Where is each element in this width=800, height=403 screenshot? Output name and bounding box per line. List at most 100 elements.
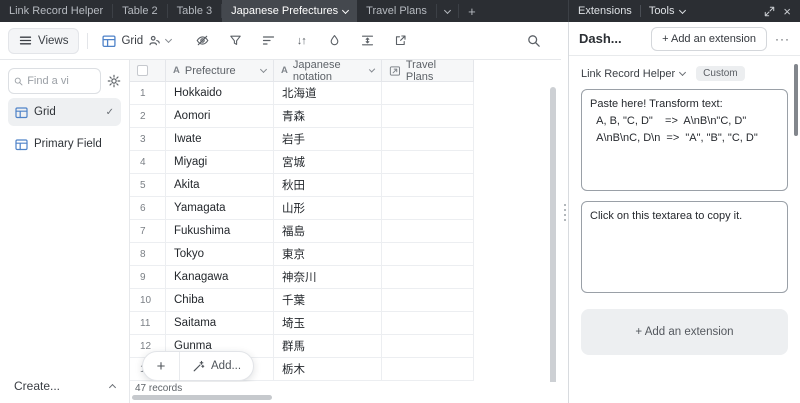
cell-prefecture[interactable]: Fukushima — [166, 220, 274, 242]
tab-japanese-prefectures[interactable]: Japanese Prefectures — [222, 0, 358, 22]
copy-output-textarea[interactable]: Click on this textarea to copy it. — [581, 201, 788, 293]
row-number[interactable]: 8 — [130, 243, 166, 265]
horizontal-scrollbar[interactable] — [132, 395, 272, 400]
row-number[interactable]: 7 — [130, 220, 166, 242]
cell-travel-plans[interactable] — [382, 289, 474, 311]
tab-travel-plans[interactable]: Travel Plans — [357, 0, 436, 22]
cell-japanese-notation[interactable]: 神奈川 — [274, 266, 382, 288]
search-button[interactable] — [521, 28, 547, 54]
cell-japanese-notation[interactable]: 宮城 — [274, 151, 382, 173]
add-extension-button[interactable]: + Add an extension — [651, 26, 767, 51]
cell-prefecture[interactable]: Kanagawa — [166, 266, 274, 288]
cell-prefecture[interactable]: Yamagata — [166, 197, 274, 219]
select-all-cell[interactable] — [130, 60, 166, 81]
row-number[interactable]: 6 — [130, 197, 166, 219]
close-icon[interactable]: × — [783, 5, 791, 18]
extensions-label[interactable]: Extensions — [578, 5, 632, 17]
create-view-button[interactable]: Create... — [8, 379, 121, 395]
panel-title[interactable]: Dash... — [579, 31, 622, 46]
cell-prefecture[interactable]: Chiba — [166, 289, 274, 311]
sidebar-view-primary-field[interactable]: Primary Field — [8, 130, 121, 158]
cell-travel-plans[interactable] — [382, 82, 474, 104]
view-search-box[interactable] — [8, 68, 101, 94]
vertical-scrollbar[interactable] — [550, 87, 556, 387]
cell-travel-plans[interactable] — [382, 220, 474, 242]
cell-travel-plans[interactable] — [382, 174, 474, 196]
tools-menu[interactable]: Tools — [649, 5, 686, 17]
cell-travel-plans[interactable] — [382, 358, 474, 380]
cell-japanese-notation[interactable]: 北海道 — [274, 82, 382, 104]
add-record-button[interactable]: + — [143, 352, 179, 380]
table-body: 1 Hokkaido 北海道 2 Aomori 青森 3 Iwate 岩手 4 Miyagi 宮城 5 A… — [130, 82, 474, 381]
cell-prefecture[interactable]: Miyagi — [166, 151, 274, 173]
cell-travel-plans[interactable] — [382, 243, 474, 265]
row-number[interactable]: 11 — [130, 312, 166, 334]
plugin-name[interactable]: Link Record Helper — [581, 68, 675, 80]
group-button[interactable] — [255, 28, 281, 54]
cell-japanese-notation[interactable]: 東京 — [274, 243, 382, 265]
cell-japanese-notation[interactable]: 青森 — [274, 105, 382, 127]
cell-japanese-notation[interactable]: 岩手 — [274, 128, 382, 150]
tab-table-2[interactable]: Table 2 — [113, 0, 166, 22]
cell-travel-plans[interactable] — [382, 335, 474, 357]
row-number[interactable]: 9 — [130, 266, 166, 288]
cell-prefecture[interactable]: Akita — [166, 174, 274, 196]
panel-scrollbar[interactable] — [794, 64, 798, 136]
share-button[interactable] — [387, 28, 413, 54]
add-extension-footer-button[interactable]: + Add an extension — [581, 309, 788, 355]
view-search-input[interactable] — [27, 75, 95, 87]
chevron-down-icon[interactable] — [679, 68, 687, 77]
column-header-japanese-notation[interactable]: A Japanese notation — [274, 60, 382, 83]
tables-menu-button[interactable] — [437, 0, 458, 22]
cell-japanese-notation[interactable]: 群馬 — [274, 335, 382, 357]
view-settings-button[interactable] — [107, 74, 121, 88]
cell-travel-plans[interactable] — [382, 197, 474, 219]
table-row: 9 Kanagawa 神奈川 — [130, 266, 474, 289]
cell-prefecture[interactable]: Aomori — [166, 105, 274, 127]
sort-button[interactable]: ↓↑ — [288, 28, 314, 54]
cell-prefecture[interactable]: Saitama — [166, 312, 274, 334]
drag-dot — [563, 209, 566, 211]
cell-travel-plans[interactable] — [382, 151, 474, 173]
row-number[interactable]: 3 — [130, 128, 166, 150]
color-button[interactable] — [321, 28, 347, 54]
cell-japanese-notation[interactable]: 福島 — [274, 220, 382, 242]
row-number[interactable]: 2 — [130, 105, 166, 127]
chevron-down-icon[interactable] — [259, 65, 268, 74]
row-number[interactable]: 10 — [130, 289, 166, 311]
cell-japanese-notation[interactable]: 千葉 — [274, 289, 382, 311]
column-header-travel-plans[interactable]: Travel Plans — [382, 60, 474, 83]
cell-prefecture[interactable]: Iwate — [166, 128, 274, 150]
cell-travel-plans[interactable] — [382, 312, 474, 334]
column-header-prefecture[interactable]: A Prefecture — [166, 60, 274, 81]
row-height-button[interactable] — [354, 28, 380, 54]
add-table-button[interactable]: + — [459, 0, 485, 22]
row-number[interactable]: 1 — [130, 82, 166, 104]
more-options-icon[interactable]: ··· — [775, 32, 790, 46]
filter-button[interactable] — [222, 28, 248, 54]
transform-input-textarea[interactable]: Paste here! Transform text: A, B, "C, D"… — [581, 89, 788, 191]
row-number[interactable]: 4 — [130, 151, 166, 173]
tab-link-record-helper[interactable]: Link Record Helper — [0, 0, 112, 22]
cell-japanese-notation[interactable]: 埼玉 — [274, 312, 382, 334]
panel-resize-handle[interactable] — [561, 22, 568, 403]
ai-add-record-button[interactable]: Add... — [180, 352, 253, 380]
cell-japanese-notation[interactable]: 栃木 — [274, 358, 382, 380]
tab-table-3[interactable]: Table 3 — [168, 0, 221, 22]
hide-fields-button[interactable] — [189, 28, 215, 54]
chevron-down-icon[interactable] — [368, 66, 376, 73]
expand-icon[interactable] — [764, 6, 775, 17]
cell-travel-plans[interactable] — [382, 266, 474, 288]
row-number[interactable]: 5 — [130, 174, 166, 196]
cell-travel-plans[interactable] — [382, 105, 474, 127]
cell-prefecture[interactable]: Tokyo — [166, 243, 274, 265]
select-all-checkbox[interactable] — [137, 65, 148, 76]
current-view-button[interactable]: Grid — [96, 28, 177, 54]
search-icon — [528, 34, 540, 47]
cell-prefecture[interactable]: Hokkaido — [166, 82, 274, 104]
sidebar-view-grid[interactable]: Grid ✓ — [8, 98, 121, 126]
cell-japanese-notation[interactable]: 秋田 — [274, 174, 382, 196]
views-button[interactable]: Views — [8, 27, 80, 54]
cell-japanese-notation[interactable]: 山形 — [274, 197, 382, 219]
cell-travel-plans[interactable] — [382, 128, 474, 150]
